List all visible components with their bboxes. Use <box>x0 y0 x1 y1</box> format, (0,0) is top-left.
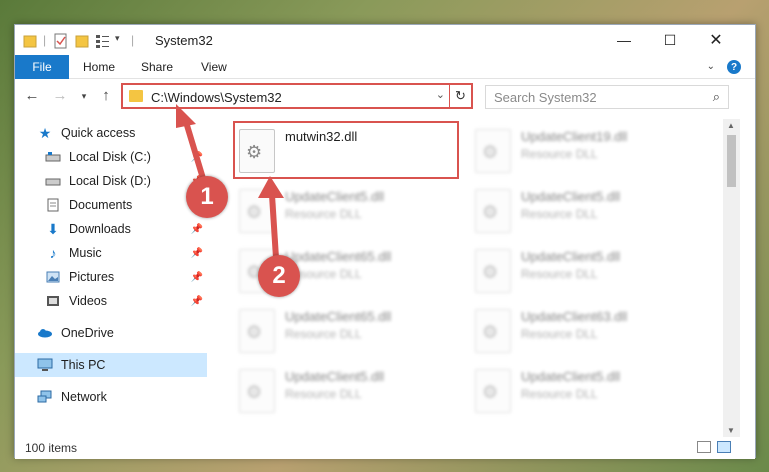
step-2-badge: 2 <box>258 255 300 297</box>
step-1-badge: 1 <box>186 176 228 218</box>
annotation-arrows <box>176 104 284 259</box>
